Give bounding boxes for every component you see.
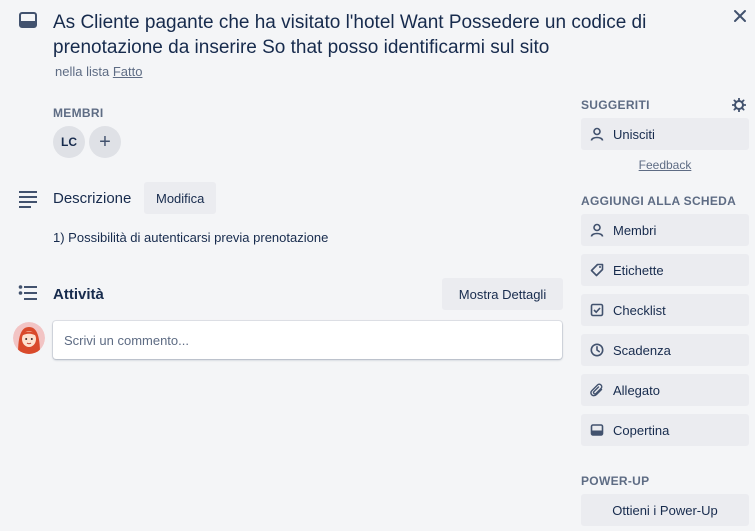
card-title[interactable]: As Cliente pagante che ha visitato l'hot… [53,10,713,60]
due-date-button-label: Scadenza [613,342,671,358]
description-text[interactable]: 1) Possibilità di autenticarsi previa pr… [53,230,328,245]
cover-icon [589,422,605,438]
attachment-button-label: Allegato [613,382,660,398]
activity-icon [18,284,38,304]
member-avatar[interactable]: LC [53,126,85,158]
get-power-ups-button[interactable]: Ottieni i Power-Up [581,494,749,526]
list-link[interactable]: Fatto [113,64,143,79]
suggested-label: SUGGERITI [581,98,650,112]
close-button[interactable] [728,4,752,28]
card-icon [18,10,38,30]
user-avatar [13,322,45,354]
comment-input[interactable] [53,321,562,359]
close-icon [734,10,746,22]
list-info: nella lista Fatto [55,64,142,79]
labels-button[interactable]: Etichette [581,254,749,286]
add-member-button[interactable]: + [89,126,121,158]
edit-description-button[interactable]: Modifica [144,182,217,214]
list-prefix: nella lista [55,64,110,79]
clock-icon [589,342,605,358]
activity-title: Attività [53,286,104,303]
checklist-button[interactable]: Checklist [581,294,749,326]
power-up-label: POWER-UP [581,474,650,488]
feedback-link[interactable]: Feedback [581,158,749,172]
description-icon [18,188,38,208]
due-date-button[interactable]: Scadenza [581,334,749,366]
add-to-card-label: AGGIUNGI ALLA SCHEDA [581,194,737,208]
cover-button-label: Copertina [613,422,670,438]
members-button-label: Membri [613,222,657,238]
description-title: Descrizione [53,190,132,207]
tag-icon [589,262,605,278]
suggestions-settings-button[interactable] [729,95,749,115]
person-icon [589,222,605,238]
cover-button[interactable]: Copertina [581,414,749,446]
join-button[interactable]: Unisciti [581,118,749,150]
members-label: MEMBRI [53,106,104,120]
labels-button-label: Etichette [613,262,664,278]
show-details-button[interactable]: Mostra Dettagli [442,278,563,310]
join-label: Unisciti [613,126,655,142]
members-button[interactable]: Membri [581,214,749,246]
checklist-button-label: Checklist [613,302,666,318]
plus-icon: + [99,130,111,153]
paperclip-icon [589,382,605,398]
checkbox-icon [589,302,605,318]
person-icon [589,126,605,142]
get-power-ups-label: Ottieni i Power-Up [612,502,718,518]
gear-icon [732,98,746,112]
attachment-button[interactable]: Allegato [581,374,749,406]
